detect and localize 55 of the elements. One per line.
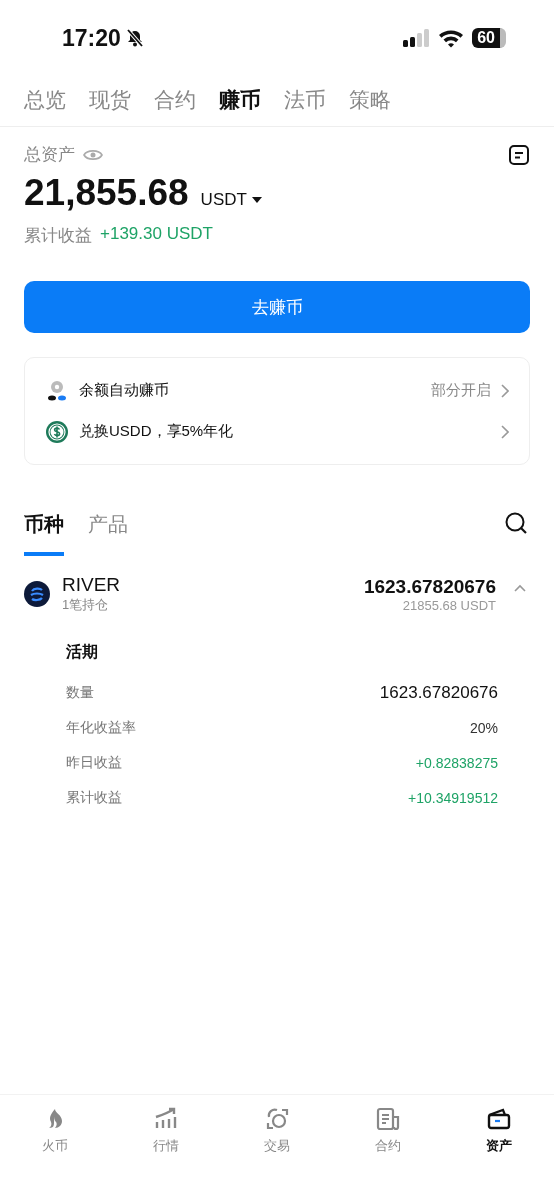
token-name: RIVER — [62, 574, 122, 596]
category-tab[interactable]: 合约 — [154, 86, 196, 114]
record-icon[interactable] — [508, 143, 530, 166]
clock-time: 17:20 — [62, 24, 121, 52]
detail-label: 年化收益率 — [66, 718, 136, 737]
product-type: 活期 — [66, 642, 99, 662]
position-count: 1笔持仓 — [62, 596, 110, 614]
earnings-label: 累计收益 — [24, 225, 92, 247]
detail-label: 昨日收益 — [66, 753, 122, 772]
nav-tab[interactable]: 交易 — [221, 1107, 333, 1155]
document-icon — [375, 1107, 400, 1131]
muted-bell-icon — [124, 28, 145, 48]
battery-percent: 60 — [477, 29, 495, 47]
feature-label: 余额自动赚币 — [79, 381, 170, 400]
feature-item[interactable]: 余额自动赚币 部分开启 — [45, 370, 509, 411]
feature-status: 部分开启 — [431, 381, 491, 400]
nav-tab[interactable]: 行情 — [110, 1107, 222, 1155]
category-tab[interactable]: 法币 — [284, 86, 326, 114]
detail-value: +0.82838275 — [415, 754, 498, 771]
list-tab[interactable]: 产品 — [88, 511, 128, 556]
detail-value: 20% — [469, 719, 498, 736]
exchange-icon — [265, 1107, 289, 1131]
detail-value: +10.34919512 — [408, 789, 498, 806]
chevron-up-icon[interactable] — [514, 584, 526, 592]
list-tab[interactable]: 币种 — [24, 511, 64, 556]
nav-tab[interactable]: 合约 — [332, 1107, 444, 1155]
dollar-coin-icon — [45, 419, 69, 444]
detail-label: 数量 — [66, 683, 94, 702]
chevron-right-icon — [501, 424, 509, 439]
wallet-icon — [486, 1107, 511, 1131]
total-amount: 21,855.68 — [24, 172, 189, 214]
nav-tab[interactable]: 火币 — [0, 1107, 111, 1155]
token-amount: 1623.67820676 — [363, 575, 496, 598]
category-tab[interactable]: 赚币 — [219, 86, 261, 114]
feature-label: 兑换USDD，享5%年化 — [79, 422, 235, 441]
chevron-right-icon — [501, 383, 509, 398]
caret-icon — [251, 197, 262, 203]
earn-button[interactable]: 去赚币 — [24, 281, 530, 333]
detail-label: 累计收益 — [66, 788, 122, 807]
signal-icon — [402, 29, 431, 47]
search-icon[interactable] — [504, 511, 528, 535]
feature-item[interactable]: 兑换USDD，享5%年化 — [45, 411, 509, 452]
detail-value: 1623.67820676 — [379, 682, 498, 703]
currency-dropdown[interactable]: USDT — [200, 190, 262, 210]
wifi-icon — [438, 28, 465, 48]
holding-row[interactable]: RIVER 1笔持仓 1623.67820676 21855.68 USDT — [0, 556, 554, 614]
category-tab[interactable]: 总览 — [24, 86, 66, 114]
chart-icon — [154, 1107, 179, 1131]
total-assets-label: 总资产 — [24, 144, 75, 166]
earnings-value: +139.30 USDT — [100, 224, 213, 245]
category-tab[interactable]: 现货 — [89, 86, 131, 114]
category-tab[interactable]: 策略 — [349, 86, 391, 114]
token-logo-icon — [24, 581, 50, 607]
token-value: 21855.68 USDT — [402, 597, 496, 613]
nav-tab[interactable]: 资产 — [443, 1107, 554, 1155]
